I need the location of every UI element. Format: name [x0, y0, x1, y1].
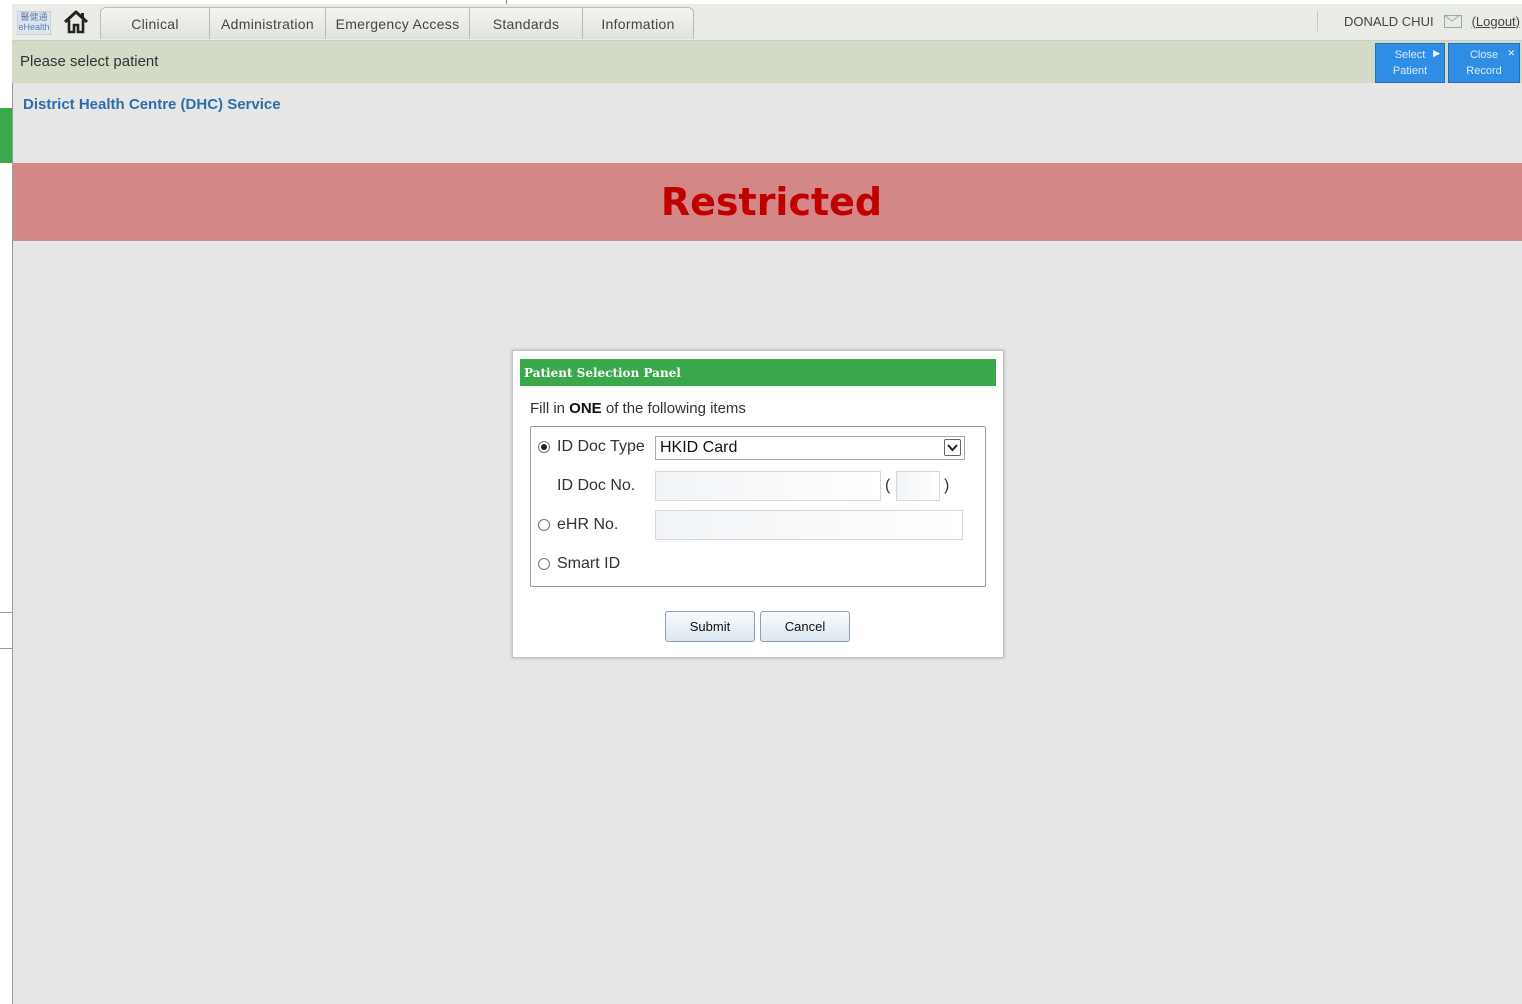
select-value: HKID Card: [660, 439, 738, 456]
home-icon[interactable]: [62, 9, 90, 35]
tab-emergency-access[interactable]: Emergency Access: [325, 7, 470, 39]
mail-icon[interactable]: [1443, 14, 1462, 28]
instruction-emphasis: ONE: [569, 400, 602, 417]
panel-title: Patient Selection Panel: [520, 359, 996, 386]
check-digit-input[interactable]: [896, 471, 940, 501]
id-doc-no-input[interactable]: [655, 471, 881, 501]
close-paren: ): [944, 477, 950, 494]
ehr-no-row: eHR No.: [531, 516, 618, 534]
id-doc-no-label: ID Doc No.: [557, 477, 636, 494]
chevron-down-icon: [944, 439, 961, 456]
main-menu-tabs: Clinical Administration Emergency Access…: [100, 7, 694, 40]
ehealth-logo[interactable]: 醫健通 eHealth: [17, 11, 51, 35]
service-title: District Health Centre (DHC) Service: [23, 96, 281, 113]
user-name: DONALD CHUI: [1344, 13, 1434, 29]
play-arrow-icon: ▶: [1433, 48, 1440, 58]
id-doc-no-row: ID Doc No.: [557, 477, 635, 495]
tab-administration[interactable]: Administration: [209, 7, 326, 39]
id-doc-type-label: ID Doc Type: [557, 438, 645, 455]
top-navigation-bar: 醫健通 eHealth Clinical Administration Emer…: [12, 4, 1522, 41]
smart-id-row: Smart ID: [531, 555, 620, 573]
ehr-no-radio[interactable]: [538, 519, 550, 531]
background-divider: [0, 648, 12, 649]
selection-fieldset: ID Doc Type HKID Card ID Doc No. ( ) eHR…: [530, 426, 986, 587]
select-patient-button[interactable]: Select Patient ▶: [1375, 43, 1445, 83]
id-doc-type-select[interactable]: HKID Card: [655, 436, 965, 460]
tab-information[interactable]: Information: [582, 7, 694, 39]
user-area: DONALD CHUI (Logout): [1317, 4, 1522, 38]
close-record-button[interactable]: Close Record ✕: [1448, 43, 1520, 83]
smart-id-radio[interactable]: [538, 558, 550, 570]
button-label-line: Record: [1466, 65, 1502, 77]
ehr-no-label: eHR No.: [557, 516, 619, 533]
cancel-button[interactable]: Cancel: [760, 611, 850, 642]
logout-link[interactable]: (Logout): [1472, 14, 1520, 29]
id-doc-type-row: ID Doc Type: [531, 438, 645, 456]
smart-id-label: Smart ID: [557, 555, 621, 572]
id-doc-type-radio[interactable]: [538, 441, 550, 453]
restricted-banner: Restricted: [13, 163, 1522, 241]
tab-standards[interactable]: Standards: [469, 7, 583, 39]
background-divider: [0, 612, 12, 613]
tab-clinical[interactable]: Clinical: [100, 7, 210, 39]
close-icon: ✕: [1507, 48, 1515, 58]
restricted-label: Restricted: [660, 180, 883, 224]
instruction-text: of the following items: [601, 400, 746, 417]
patient-selection-panel: Patient Selection Panel Fill in ONE of t…: [512, 350, 1004, 658]
ehr-no-input[interactable]: [655, 510, 963, 540]
open-paren: (: [885, 477, 891, 494]
button-label-line: Patient: [1392, 65, 1428, 77]
panel-instruction: Fill in ONE of the following items: [530, 400, 746, 417]
status-bar: Please select patient Select Patient ▶ C…: [12, 41, 1522, 83]
instruction-text: Fill in: [530, 400, 570, 417]
status-message: Please select patient: [20, 53, 159, 70]
divider: [1317, 11, 1318, 31]
background-window-accent: [0, 108, 12, 163]
background-window-edge: [0, 0, 13, 1004]
submit-button[interactable]: Submit: [665, 611, 755, 642]
